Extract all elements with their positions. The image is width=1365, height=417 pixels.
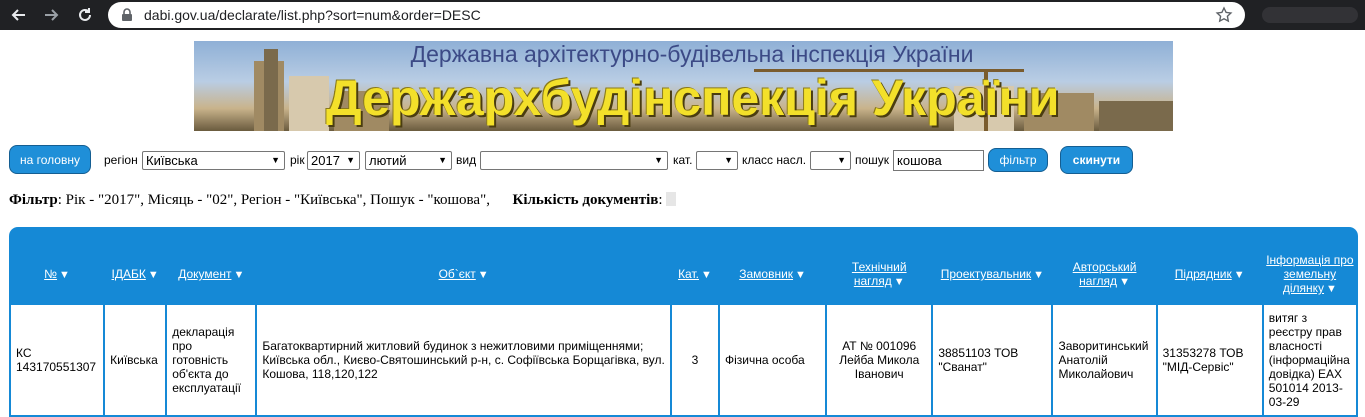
sort-triangle-icon[interactable]: ▼: [701, 269, 712, 281]
dropdown-arrow-icon: ▼: [837, 155, 846, 165]
cell-contractor: 31353278 ТОВ "МІД-Сервіс": [1157, 305, 1262, 415]
sort-triangle-icon[interactable]: ▼: [1234, 269, 1245, 281]
cell-object: Багатоквартирний житловий будинок з нежи…: [257, 305, 670, 415]
sort-triangle-icon[interactable]: ▼: [1033, 269, 1044, 281]
column-header-customer[interactable]: Замовник ▼: [720, 245, 826, 303]
type-select[interactable]: ▼: [480, 151, 668, 170]
sort-link-customer[interactable]: Замовник: [739, 267, 793, 281]
column-header-designer[interactable]: Проектувальник ▼: [933, 245, 1052, 303]
filter-button[interactable]: фільтр: [988, 148, 1048, 172]
sort-triangle-icon[interactable]: ▼: [478, 269, 489, 281]
banner-subtitle: Державна архітектурно-будівельна інспекц…: [410, 41, 974, 67]
sort-link-category[interactable]: Кат.: [678, 267, 699, 281]
region-label: регіон: [104, 153, 138, 167]
address-bar[interactable]: dabi.gov.ua/declarate/list.php?sort=num&…: [108, 2, 1245, 28]
banner-building: [289, 76, 329, 131]
region-select[interactable]: Київська ▼: [142, 151, 285, 170]
bookmark-star-icon[interactable]: [1215, 6, 1233, 24]
dropdown-arrow-icon: ▼: [346, 155, 355, 165]
cell-tech-supervision: АТ № 001096 Лейба Микола Іванович: [827, 305, 932, 415]
filter-summary: Фільтр: Рік - "2017", Місяць - "02", Рег…: [9, 192, 677, 209]
dropdown-arrow-icon: ▼: [724, 155, 733, 165]
sort-triangle-icon[interactable]: ▼: [1326, 283, 1337, 295]
dropdown-arrow-icon: ▼: [438, 155, 447, 165]
document-count-separator: :: [658, 192, 663, 208]
cell-customer: Фізична особа: [720, 305, 826, 415]
browser-toolbar: dabi.gov.ua/declarate/list.php?sort=num&…: [0, 0, 1365, 30]
cell-idabk: Київська: [105, 305, 166, 415]
lock-icon: [122, 8, 132, 21]
home-button[interactable]: на головну: [9, 145, 91, 174]
region-select-value: Київська: [146, 153, 198, 168]
year-label: рік: [290, 153, 305, 167]
column-header-idabk[interactable]: ІДАБК ▼: [105, 245, 166, 303]
sort-link-land-info[interactable]: Інформація про земельну ділянку: [1266, 253, 1353, 295]
filter-summary-label: Фільтр: [9, 192, 58, 208]
sort-triangle-icon[interactable]: ▼: [148, 269, 159, 281]
sort-link-designer[interactable]: Проектувальник: [941, 267, 1031, 281]
type-label: вид: [456, 153, 477, 167]
cell-document: декларація про готовність об'єкта до екс…: [167, 305, 256, 415]
back-arrow-icon[interactable]: [8, 4, 30, 26]
banner-building: [1099, 101, 1173, 131]
search-label: пошук: [855, 153, 890, 167]
sort-triangle-icon[interactable]: ▼: [59, 269, 70, 281]
cell-category: 3: [671, 305, 718, 415]
cell-num: КС 143170551307: [11, 305, 104, 415]
sort-triangle-icon[interactable]: ▼: [795, 269, 806, 281]
year-select-value: 2017: [311, 153, 340, 168]
column-header-num[interactable]: № ▼: [11, 245, 104, 303]
sort-link-object[interactable]: Об`єкт: [439, 267, 476, 281]
category-label: кат.: [673, 153, 693, 167]
column-header-tech-supervision[interactable]: Технічний нагляд ▼: [827, 245, 932, 303]
cell-designer: 38851103 ТОВ "Сванат": [933, 305, 1052, 415]
dropdown-arrow-icon: ▼: [654, 155, 663, 165]
month-select[interactable]: лютий ▼: [365, 151, 452, 170]
document-count-value: [666, 192, 677, 206]
sort-link-num[interactable]: №: [44, 267, 57, 281]
filter-bar: на головну регіон Київська ▼ рік 2017 ▼ …: [0, 145, 1365, 177]
column-header-author-supervision[interactable]: Авторський нагляд ▼: [1053, 245, 1156, 303]
forward-arrow-icon[interactable]: [40, 4, 62, 26]
banner-title: Держархбудінспекція України: [326, 70, 1060, 126]
address-bar-url: dabi.gov.ua/declarate/list.php?sort=num&…: [144, 7, 481, 23]
sort-triangle-icon[interactable]: ▼: [1119, 276, 1130, 288]
table-header-row: № ▼ ІДАБК ▼ Документ ▼ Об`єкт ▼ Кат. ▼ Замовн…: [11, 245, 1356, 303]
filter-summary-text: : Рік - "2017", Місяць - "02", Регіон - …: [57, 192, 490, 208]
profile-avatar[interactable]: [1262, 7, 1358, 23]
reset-button[interactable]: скинути: [1060, 146, 1133, 174]
table-row: КС 143170551307 Київська декларація про …: [11, 305, 1356, 415]
class-select[interactable]: ▼: [810, 151, 851, 170]
sort-link-idabk[interactable]: ІДАБК: [112, 267, 146, 281]
document-count-label: Кількість документів: [512, 192, 659, 208]
sort-triangle-icon[interactable]: ▼: [894, 276, 905, 288]
month-select-value: лютий: [369, 153, 407, 168]
search-input[interactable]: кошова: [893, 150, 984, 171]
cell-land-info: витяг з реєстру прав власності (інформац…: [1263, 305, 1356, 415]
site-banner[interactable]: Державна архітектурно-будівельна інспекц…: [194, 41, 1173, 131]
category-select[interactable]: ▼: [696, 151, 738, 170]
column-header-contractor[interactable]: Підрядник ▼: [1157, 245, 1262, 303]
banner-tower: [264, 49, 278, 131]
sort-link-document[interactable]: Документ: [178, 267, 231, 281]
cell-author-supervision: Заворитинський Анатолій Миколайович: [1053, 305, 1156, 415]
sort-link-contractor[interactable]: Підрядник: [1175, 267, 1232, 281]
year-select[interactable]: 2017 ▼: [307, 151, 360, 170]
column-header-land-info[interactable]: Інформація про земельну ділянку ▼: [1263, 245, 1356, 303]
sort-triangle-icon[interactable]: ▼: [233, 269, 244, 281]
column-header-document[interactable]: Документ ▼: [167, 245, 256, 303]
reload-icon[interactable]: [74, 4, 96, 26]
results-table: № ▼ ІДАБК ▼ Документ ▼ Об`єкт ▼ Кат. ▼ Замовн…: [9, 243, 1358, 417]
results-table-container: № ▼ ІДАБК ▼ Документ ▼ Об`єкт ▼ Кат. ▼ Замовн…: [9, 227, 1358, 417]
column-header-category[interactable]: Кат. ▼: [671, 245, 718, 303]
class-label: класс насл.: [742, 153, 807, 167]
dropdown-arrow-icon: ▼: [271, 155, 280, 165]
column-header-object[interactable]: Об`єкт ▼: [257, 245, 670, 303]
